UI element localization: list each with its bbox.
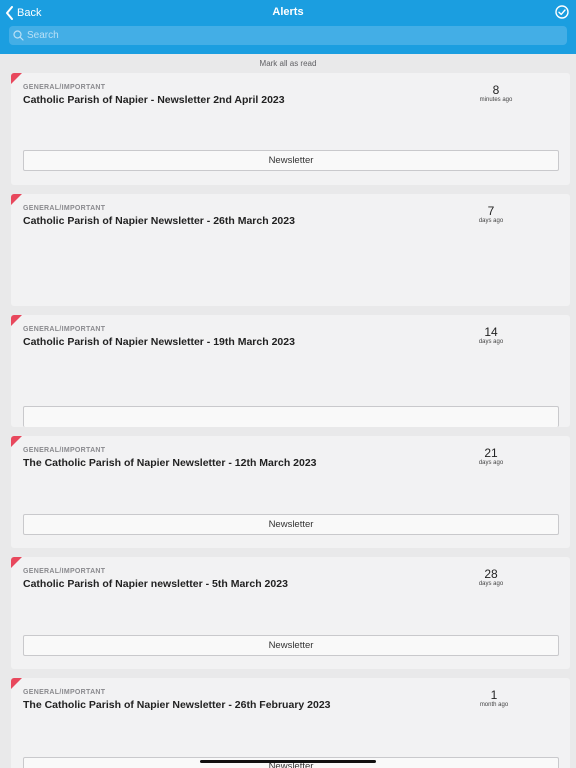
home-indicator — [200, 760, 376, 763]
search-input[interactable] — [27, 30, 547, 41]
alert-time: 8 minutes ago — [466, 83, 526, 103]
mark-all-read-button[interactable]: Mark all as read — [0, 59, 576, 68]
unread-flag-icon — [11, 678, 22, 689]
time-number: 28 — [484, 567, 498, 581]
alert-card[interactable]: GENERAL/IMPORTANT Catholic Parish of Nap… — [11, 194, 570, 306]
time-unit: days ago — [478, 460, 504, 466]
time-number: 21 — [484, 446, 498, 460]
time-unit: days ago — [478, 581, 504, 587]
time-unit: minutes ago — [479, 97, 513, 103]
unread-flag-icon — [11, 73, 22, 84]
alert-title: Catholic Parish of Napier newsletter - 5… — [23, 578, 288, 590]
time-number: 14 — [484, 325, 498, 339]
alert-time: 14 days ago — [461, 325, 521, 345]
alert-category: GENERAL/IMPORTANT — [23, 689, 106, 696]
page-title: Alerts — [272, 6, 304, 18]
search-bar[interactable] — [9, 26, 567, 45]
alert-title: The Catholic Parish of Napier Newsletter… — [23, 699, 331, 711]
unread-flag-icon — [11, 557, 22, 568]
alert-title: The Catholic Parish of Napier Newsletter… — [23, 457, 317, 469]
time-number: 7 — [487, 204, 495, 218]
alert-category: GENERAL/IMPORTANT — [23, 326, 106, 333]
alert-title: Catholic Parish of Napier Newsletter - 2… — [23, 215, 295, 227]
alert-card[interactable]: GENERAL/IMPORTANT The Catholic Parish of… — [11, 436, 570, 548]
time-number: 1 — [490, 688, 498, 702]
alert-title: Catholic Parish of Napier Newsletter - 1… — [23, 336, 295, 348]
time-unit: month ago — [479, 702, 509, 708]
newsletter-attachment-button[interactable]: Newsletter — [23, 635, 559, 656]
alert-time: 1 month ago — [464, 688, 524, 708]
alert-time: 7 days ago — [461, 204, 521, 224]
check-circle-icon[interactable] — [555, 5, 569, 19]
alert-category: GENERAL/IMPORTANT — [23, 205, 106, 212]
time-unit: days ago — [478, 218, 504, 224]
search-icon — [13, 30, 24, 41]
unread-flag-icon — [11, 315, 22, 326]
alert-time: 28 days ago — [461, 567, 521, 587]
alert-card[interactable]: GENERAL/IMPORTANT Catholic Parish of Nap… — [11, 73, 570, 185]
alert-card[interactable]: GENERAL/IMPORTANT Catholic Parish of Nap… — [11, 557, 570, 669]
unread-flag-icon — [11, 436, 22, 447]
time-unit: days ago — [478, 339, 504, 345]
attachment-button-partial[interactable] — [23, 406, 559, 427]
alert-category: GENERAL/IMPORTANT — [23, 568, 106, 575]
alert-card[interactable]: GENERAL/IMPORTANT Catholic Parish of Nap… — [11, 315, 570, 427]
newsletter-attachment-button[interactable]: Newsletter — [23, 150, 559, 171]
alert-card[interactable]: GENERAL/IMPORTANT The Catholic Parish of… — [11, 678, 570, 768]
header-bar: Back Alerts — [0, 0, 576, 54]
unread-flag-icon — [11, 194, 22, 205]
newsletter-attachment-button[interactable]: Newsletter — [23, 514, 559, 535]
alert-category: GENERAL/IMPORTANT — [23, 84, 106, 91]
alert-time: 21 days ago — [461, 446, 521, 466]
alert-title: Catholic Parish of Napier - Newsletter 2… — [23, 94, 285, 106]
alert-category: GENERAL/IMPORTANT — [23, 447, 106, 454]
time-number: 8 — [492, 83, 500, 97]
